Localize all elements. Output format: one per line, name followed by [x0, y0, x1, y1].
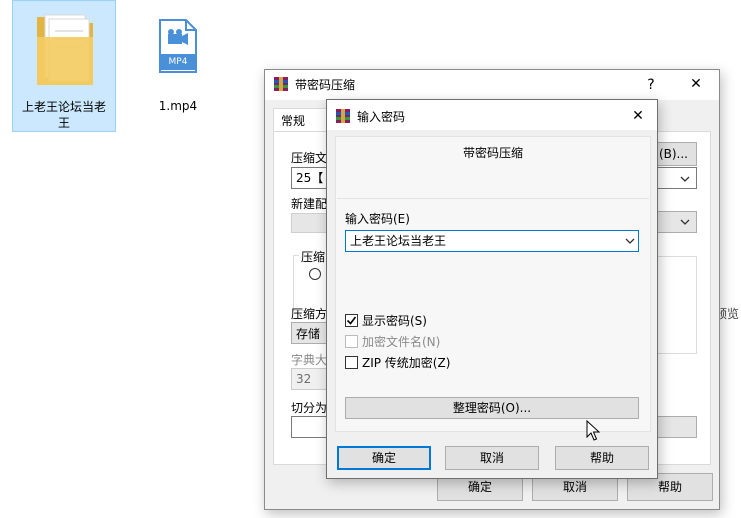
archive-dialog-title: 带密码压缩	[295, 78, 356, 92]
format-group-label: 压缩	[299, 249, 328, 265]
zip-legacy-label[interactable]: ZIP 传统加密(Z)	[362, 355, 450, 371]
close-button[interactable]: ✕	[685, 76, 707, 92]
password-label: 输入密码(E)	[345, 212, 410, 226]
password-dialog: 输入密码 ✕ 带密码压缩 输入密码(E) 上老王论坛当老王 显示密码(S) 加密…	[326, 99, 658, 479]
folder-label: 上老王论坛当老王	[21, 100, 106, 130]
close-button[interactable]: ✕	[627, 108, 649, 124]
tab-general-label: 常规	[281, 114, 306, 128]
split-right-box	[657, 416, 697, 438]
format-radio[interactable]	[309, 268, 321, 280]
password-dialog-title: 输入密码	[357, 110, 406, 124]
chevron-down-icon	[680, 219, 690, 225]
show-password-label[interactable]: 显示密码(S)	[362, 313, 427, 329]
profile-dropdown[interactable]	[657, 211, 697, 233]
video-label: 1.mp4	[158, 99, 198, 113]
password-input[interactable]: 上老王论坛当老王	[345, 230, 639, 252]
dict-field: 32	[291, 368, 331, 390]
winrar-icon	[336, 109, 350, 123]
help-button[interactable]: 帮助	[555, 446, 649, 470]
split-label: 切分为	[291, 401, 328, 415]
profile-label: 新建配	[291, 197, 328, 211]
folder-item[interactable]: 上老王论坛当老王	[12, 0, 116, 132]
encrypt-filenames-label: 加密文件名(N)	[362, 335, 441, 349]
zip-legacy-checkbox[interactable]	[345, 356, 358, 369]
archive-name-dropdown[interactable]	[657, 167, 697, 189]
method-dropdown[interactable]: 存储	[291, 322, 331, 344]
help-title-button[interactable]: ?	[641, 77, 661, 93]
video-badge: MP4	[168, 57, 188, 67]
chevron-down-icon[interactable]	[623, 234, 637, 248]
profile-left-box	[291, 213, 331, 233]
ok-button[interactable]: 确定	[337, 446, 431, 470]
password-dialog-titlebar: 输入密码 ✕	[327, 100, 657, 130]
check-icon	[346, 316, 357, 325]
dict-label: 字典大	[291, 353, 328, 367]
archive-name-field[interactable]: 25【	[291, 167, 331, 189]
browse-button[interactable]: (B)...	[655, 142, 697, 166]
mouse-cursor-icon	[586, 420, 600, 441]
tab-general[interactable]: 常规	[273, 108, 333, 132]
organize-passwords-button[interactable]: 整理密码(O)...	[345, 397, 639, 419]
password-dialog-heading: 带密码压缩	[462, 146, 523, 160]
folder-icon	[37, 14, 93, 85]
archive-name-label: 压缩文	[291, 151, 328, 165]
archive-dialog-titlebar: 带密码压缩 ? ✕	[265, 70, 719, 100]
split-field[interactable]	[291, 416, 331, 438]
video-file-item[interactable]: MP4 1.mp4	[130, 0, 226, 113]
preview-box	[657, 256, 697, 354]
method-value: 存储	[296, 327, 321, 341]
method-label: 压缩方	[291, 307, 328, 321]
encrypt-filenames-checkbox	[345, 335, 358, 348]
chevron-down-icon	[680, 176, 690, 182]
show-password-checkbox[interactable]	[345, 314, 358, 327]
cancel-button[interactable]: 取消	[445, 446, 539, 470]
winrar-icon	[274, 77, 288, 91]
